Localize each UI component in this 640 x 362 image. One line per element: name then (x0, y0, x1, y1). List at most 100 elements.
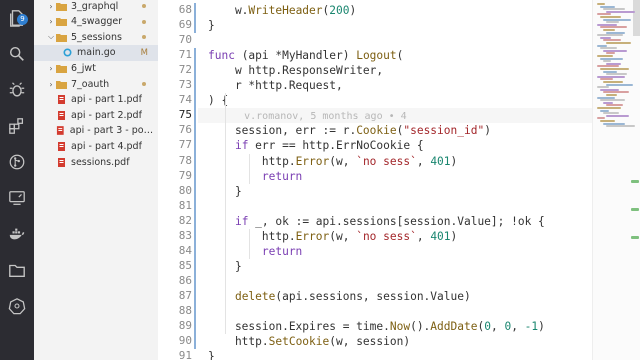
pdf-file-icon (58, 110, 65, 120)
git-icon[interactable] (7, 152, 27, 172)
folder-item[interactable]: › 3_graphql (34, 0, 158, 14)
pdf-file-icon (58, 157, 65, 167)
indent-guide (225, 93, 226, 335)
code-token: ) (484, 124, 491, 138)
code-token: , (511, 320, 525, 334)
chevron-right-icon[interactable]: › (46, 80, 56, 89)
docker-icon[interactable] (7, 224, 27, 244)
code-token: _, ok := api.sessions[session.Value]; !o… (248, 214, 545, 228)
file-item[interactable]: api - part 4.pdf (34, 138, 158, 154)
folder-item[interactable]: ⌵ 5_sessions (34, 29, 158, 45)
code-editor[interactable]: w.WriteHeader(200)} func (api *MyHandler)… (198, 0, 592, 360)
line-number: 79 (178, 168, 192, 182)
line-number: 71 (178, 48, 192, 62)
code-token: Error (295, 154, 330, 168)
chevron-down-icon[interactable]: ⌵ (46, 32, 56, 42)
minimap-line (603, 8, 625, 11)
code-line[interactable]: } (208, 18, 215, 33)
minimap-line (600, 120, 615, 122)
minimap-line (606, 125, 635, 128)
line-number: 83 (178, 228, 192, 242)
line-number: 69 (178, 18, 192, 32)
code-line[interactable]: delete(api.sessions, session.Value) (208, 289, 471, 304)
minimap-line (597, 55, 613, 57)
scrollbar-thumb[interactable] (633, 0, 640, 36)
pdf-file-icon (58, 95, 65, 105)
minimap-line (600, 68, 629, 70)
file-item[interactable]: main.go M (34, 44, 158, 61)
git-change-indicator (194, 48, 196, 350)
code-line[interactable]: if _, ok := api.sessions[session.Value];… (208, 214, 545, 229)
tree-item-label: 3_graphql (71, 0, 119, 12)
code-line[interactable]: session, err := r.Cookie("session_id") (208, 123, 491, 138)
code-token: ( (396, 49, 404, 63)
activity-bar: 9 (0, 0, 34, 360)
line-number: 68 (178, 3, 192, 16)
code-token: SetCookie (268, 335, 330, 349)
line-number: 73 (178, 78, 192, 92)
file-item[interactable]: sessions.pdf (34, 154, 158, 170)
code-token: (w, (329, 229, 357, 243)
folder-icon (56, 2, 67, 11)
code-line[interactable]: if err == http.ErrNoCookie { (208, 138, 424, 153)
code-token: w http.ResponseWriter, (208, 64, 384, 78)
tree-item-label: main.go (77, 47, 116, 59)
minimap[interactable] (592, 0, 640, 360)
code-line[interactable]: r *http.Request, (208, 78, 343, 93)
code-token: return (208, 169, 303, 183)
minimap-line (600, 47, 617, 50)
code-token: WriteHeader (248, 4, 323, 17)
code-line[interactable]: http.Error(w, `no sess`, 401) (208, 154, 457, 169)
line-number: 70 (178, 33, 192, 47)
file-item[interactable]: api - part 1.pdf (34, 92, 158, 108)
tree-item-label: 5_sessions (71, 31, 122, 43)
code-line[interactable]: session.Expires = time.Now().AddDate(0, … (208, 319, 545, 334)
file-item[interactable]: api - part 3 - post... (34, 123, 158, 139)
kubernetes-icon[interactable] (7, 296, 27, 316)
chevron-right-icon[interactable]: › (46, 64, 56, 73)
line-number: 72 (178, 63, 192, 77)
folder-icon[interactable] (7, 260, 27, 280)
minimap-line (597, 107, 621, 109)
chevron-right-icon[interactable]: › (46, 2, 56, 11)
tree-item-label: 6_jwt (71, 62, 96, 74)
code-line[interactable]: w.WriteHeader(200) (208, 3, 356, 18)
file-item[interactable]: api - part 2.pdf (34, 107, 158, 123)
code-line[interactable]: http.Error(w, `no sess`, 401) (208, 229, 457, 244)
debug-icon[interactable] (7, 80, 27, 100)
code-token: ) (349, 4, 357, 17)
minimap-line (600, 99, 625, 102)
folder-item[interactable]: › 4_swagger (34, 14, 158, 30)
code-token: err == http.ErrNoCookie { (248, 139, 424, 153)
code-token: if (234, 139, 249, 153)
extensions-icon[interactable] (7, 116, 27, 136)
folder-icon (56, 80, 67, 89)
code-token: w. (208, 4, 249, 17)
code-token: delete (234, 289, 276, 303)
tree-item-label: api - part 1.pdf (71, 94, 142, 106)
tree-item-label: api - part 3 - post... (69, 125, 158, 137)
minimap-line (606, 73, 627, 76)
code-token: , (416, 229, 431, 243)
code-line[interactable]: v.romanov, 5 months ago • 4 (208, 108, 407, 123)
code-token: (w, session) (329, 335, 411, 349)
code-line[interactable]: return (208, 169, 302, 184)
code-line[interactable]: func (api *MyHandler) Logout( (208, 48, 403, 63)
chevron-right-icon[interactable]: › (46, 17, 56, 26)
code-token: ) (450, 229, 458, 243)
line-number: 87 (178, 288, 192, 302)
remote-icon[interactable] (7, 188, 27, 208)
code-line[interactable]: } (208, 349, 215, 360)
code-line[interactable]: return (208, 244, 302, 259)
search-count-badge: 9 (17, 14, 28, 25)
line-number: 82 (178, 213, 192, 227)
search-icon[interactable] (7, 44, 27, 64)
code-line[interactable]: w http.ResponseWriter, (208, 63, 383, 78)
code-line[interactable]: http.SetCookie(w, session) (208, 334, 410, 349)
indent-guide (249, 228, 250, 259)
folder-item[interactable]: › 6_jwt (34, 60, 158, 76)
folder-item[interactable]: › 7_oauth (34, 76, 158, 92)
line-number-gutter: 68 69 70 71 72 73 74 75 76 77 78 79 80 81 82 83 84 85 86 87… (158, 0, 198, 362)
minimap-line (603, 29, 615, 31)
